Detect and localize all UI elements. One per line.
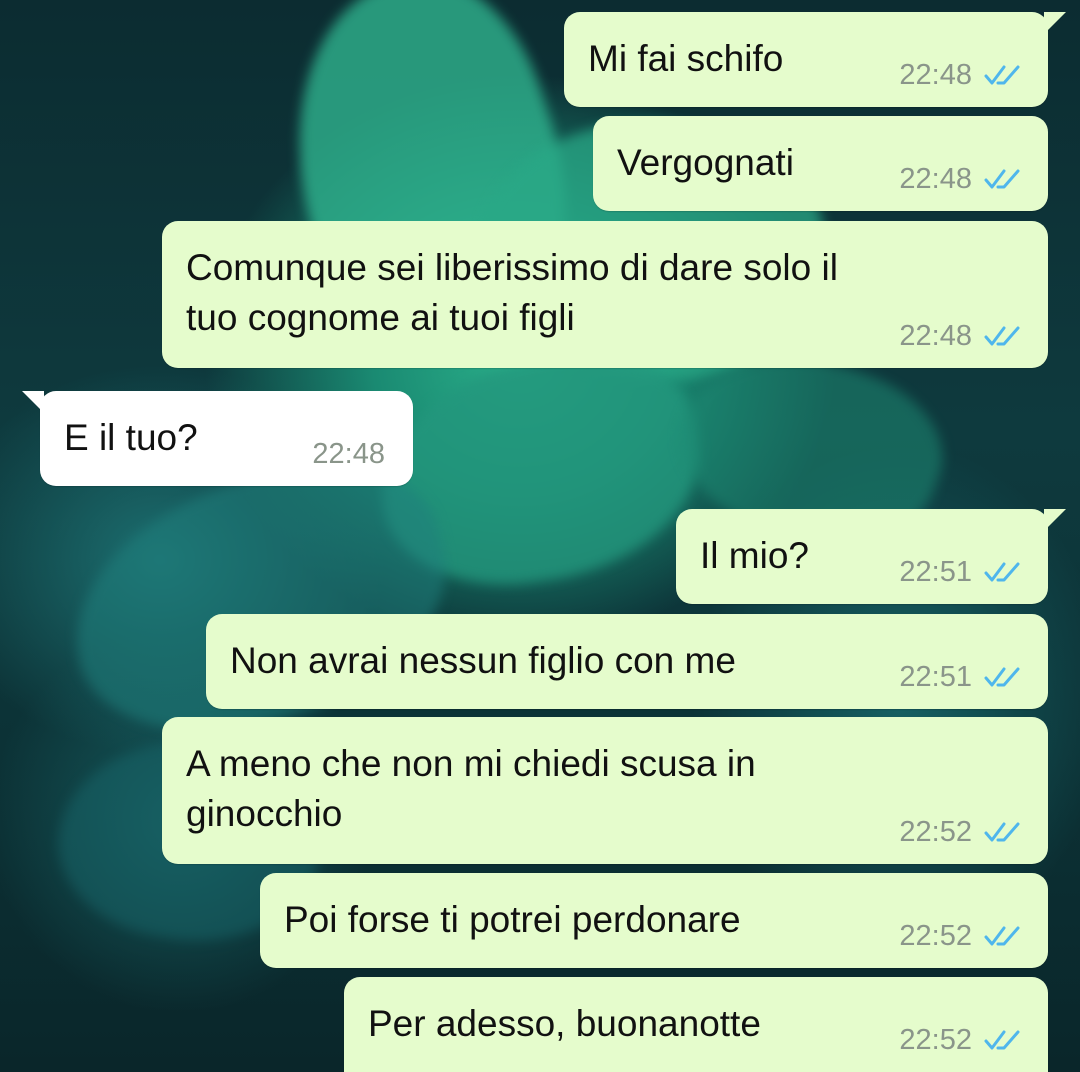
message-time: 22:52: [899, 816, 972, 848]
double-check-icon: [984, 1030, 1020, 1050]
message-text: E il tuo?: [64, 417, 198, 458]
message-bubble-outgoing[interactable]: Comunque sei liberissimo di dare solo il…: [162, 221, 1048, 368]
message-text: Il mio?: [700, 535, 809, 576]
double-check-icon: [984, 326, 1020, 346]
message-bubble-outgoing[interactable]: Mi fai schifo 22:48: [564, 12, 1066, 107]
message-meta: 22:48: [312, 438, 385, 470]
message-time: 22:52: [899, 920, 972, 952]
message-time: 22:48: [312, 438, 385, 470]
message-bubble-incoming[interactable]: E il tuo? 22:48: [22, 391, 413, 486]
message-bubble-outgoing[interactable]: Per adesso, buonanotte 22:52: [344, 977, 1048, 1072]
message-bubble-outgoing[interactable]: Poi forse ti potrei perdonare 22:52: [260, 873, 1048, 968]
double-check-icon: [984, 169, 1020, 189]
message-bubble-outgoing[interactable]: Non avrai nessun figlio con me 22:51: [206, 614, 1048, 709]
double-check-icon: [984, 562, 1020, 582]
message-time: 22:51: [899, 661, 972, 693]
message-meta: 22:51: [899, 556, 1020, 588]
message-time: 22:51: [899, 556, 972, 588]
message-text: Poi forse ti potrei perdonare: [284, 899, 741, 940]
message-text: Mi fai schifo: [588, 38, 784, 79]
message-time: 22:48: [899, 163, 972, 195]
message-bubble-outgoing[interactable]: A meno che non mi chiedi scusa in ginocc…: [162, 717, 1048, 864]
message-meta: 22:52: [899, 920, 1020, 952]
message-meta: 22:48: [899, 320, 1020, 352]
message-meta: 22:51: [899, 661, 1020, 693]
message-text: A meno che non mi chiedi scusa in ginocc…: [186, 743, 756, 834]
double-check-icon: [984, 822, 1020, 842]
message-meta: 22:48: [899, 59, 1020, 91]
bubble-tail: [1044, 12, 1066, 34]
message-text: Vergognati: [617, 142, 794, 183]
message-text: Per adesso, buonanotte: [368, 1003, 761, 1044]
message-bubble-outgoing[interactable]: Vergognati 22:48: [593, 116, 1048, 211]
double-check-icon: [984, 926, 1020, 946]
message-time: 22:48: [899, 320, 972, 352]
message-meta: 22:52: [899, 816, 1020, 848]
message-text: Comunque sei liberissimo di dare solo il…: [186, 247, 838, 338]
double-check-icon: [984, 667, 1020, 687]
message-time: 22:52: [899, 1024, 972, 1056]
message-bubble-outgoing[interactable]: Il mio? 22:51: [676, 509, 1066, 604]
bubble-tail: [1044, 509, 1066, 531]
message-time: 22:48: [899, 59, 972, 91]
message-meta: 22:52: [899, 1024, 1020, 1056]
bubble-tail: [22, 391, 44, 413]
message-text: Non avrai nessun figlio con me: [230, 640, 736, 681]
message-meta: 22:48: [899, 163, 1020, 195]
double-check-icon: [984, 65, 1020, 85]
